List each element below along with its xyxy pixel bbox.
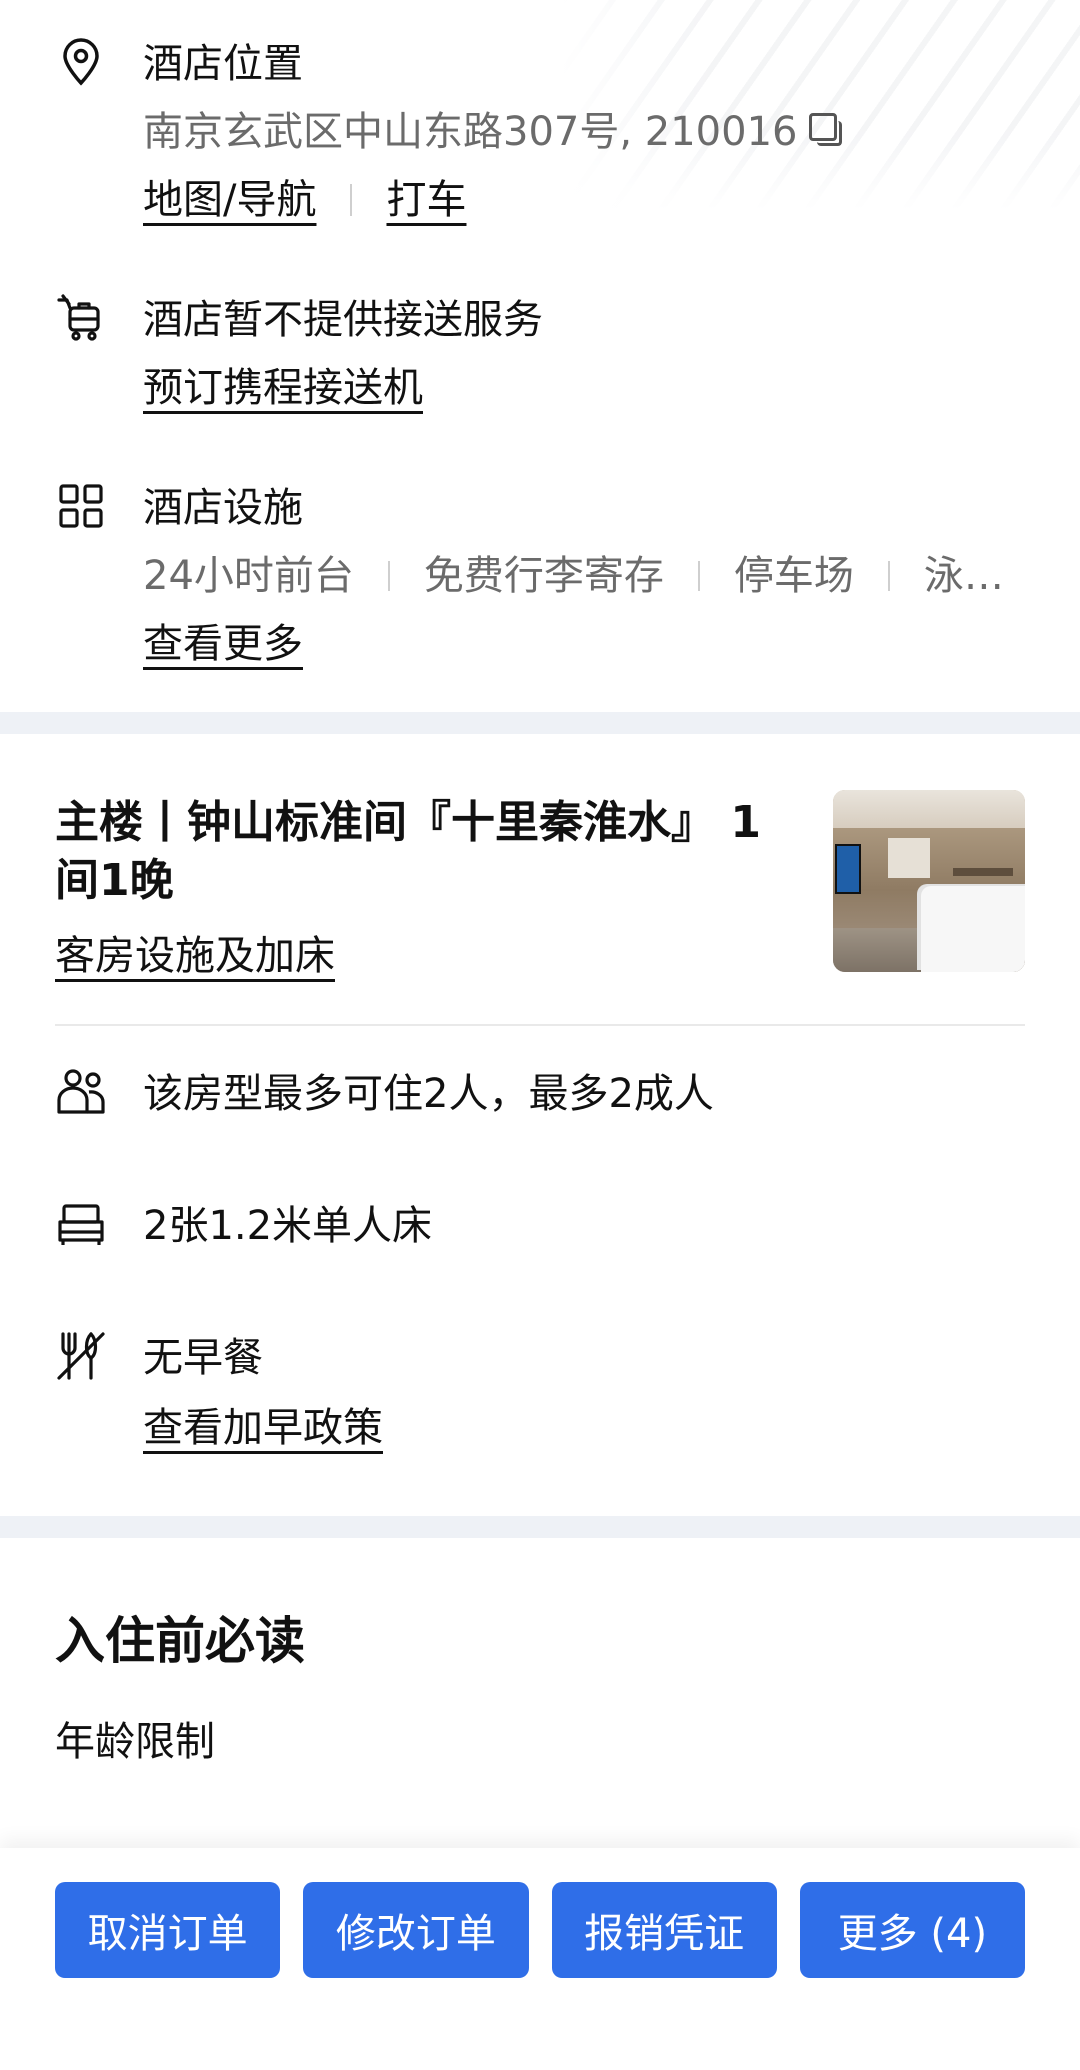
airport-cart-icon <box>55 292 107 344</box>
grid-icon <box>55 480 107 532</box>
occupancy-row: 该房型最多可住2人，最多2成人 <box>55 1066 1025 1122</box>
section-divider <box>0 712 1080 734</box>
invoice-button[interactable]: 报销凭证 <box>551 1882 777 1978</box>
hotel-location-row: 酒店位置 南京玄武区中山东路307号, 210016 地图/导航 打车 <box>55 36 1025 228</box>
room-photo[interactable] <box>833 790 1025 972</box>
facility-divider <box>387 561 390 591</box>
facility-item: 泳… <box>923 553 1004 599</box>
section-divider <box>0 1516 1080 1538</box>
facility-item: 停车场 <box>733 553 854 599</box>
view-more-facilities-link[interactable]: 查看更多 <box>143 616 303 672</box>
link-divider <box>350 184 353 216</box>
facility-divider <box>887 561 890 591</box>
more-actions-button[interactable]: 更多 (4) <box>799 1882 1025 1978</box>
people-icon <box>55 1066 107 1118</box>
occupancy-text: 该房型最多可住2人，最多2成人 <box>143 1071 714 1117</box>
facility-item: 24小时前台 <box>143 553 354 599</box>
hotel-location-title: 酒店位置 <box>143 41 303 87</box>
transfer-status: 酒店暂不提供接送服务 <box>143 297 543 343</box>
hotel-address: 南京玄武区中山东路307号, 210016 <box>143 104 1025 160</box>
cancel-order-button[interactable]: 取消订单 <box>55 1882 281 1978</box>
hotel-address-text: 南京玄武区中山东路307号, 210016 <box>143 109 798 155</box>
room-title: 主楼丨钟山标准间『十里秦淮水』 1间1晚 <box>55 797 761 906</box>
bed-type-text: 2张1.2米单人床 <box>143 1203 433 1249</box>
copy-icon[interactable] <box>809 113 843 146</box>
bottom-action-bar: 取消订单 修改订单 报销凭证 更多 (4) <box>0 1848 1080 2070</box>
pre-checkin-notice-card: 入住前必读 年龄限制 <box>0 1538 1080 1868</box>
facility-item: 免费行李寄存 <box>423 553 664 599</box>
hotel-info-card: 酒店位置 南京玄武区中山东路307号, 210016 地图/导航 打车 酒店暂不… <box>0 0 1080 712</box>
room-card: 主楼丨钟山标准间『十里秦淮水』 1间1晚 客房设施及加床 该房型最多可住2人，最… <box>0 734 1080 1516</box>
breakfast-row: 无早餐 查看加早政策 <box>55 1330 1025 1456</box>
facility-divider <box>697 561 700 591</box>
transfer-row: 酒店暂不提供接送服务 预订携程接送机 <box>55 292 1025 416</box>
facilities-row: 酒店设施 24小时前台 免费行李寄存 停车场 泳… 查看更多 <box>55 480 1025 672</box>
no-breakfast-icon <box>55 1330 107 1382</box>
map-navigation-link[interactable]: 地图/导航 <box>143 172 316 228</box>
map-pin-icon <box>55 36 107 88</box>
breakfast-policy-link[interactable]: 查看加早政策 <box>143 1400 383 1456</box>
room-amenities-link[interactable]: 客房设施及加床 <box>55 928 335 984</box>
bed-icon <box>55 1198 107 1250</box>
facilities-list: 24小时前台 免费行李寄存 停车场 泳… <box>143 548 1025 604</box>
modify-order-button[interactable]: 修改订单 <box>303 1882 529 1978</box>
age-limit-heading: 年龄限制 <box>55 1719 215 1765</box>
breakfast-text: 无早餐 <box>143 1335 263 1381</box>
facilities-title: 酒店设施 <box>143 485 303 531</box>
bed-row: 2张1.2米单人床 <box>55 1198 1025 1254</box>
notice-title: 入住前必读 <box>55 1612 305 1670</box>
taxi-link[interactable]: 打车 <box>386 172 466 228</box>
book-transfer-link[interactable]: 预订携程接送机 <box>143 360 423 416</box>
